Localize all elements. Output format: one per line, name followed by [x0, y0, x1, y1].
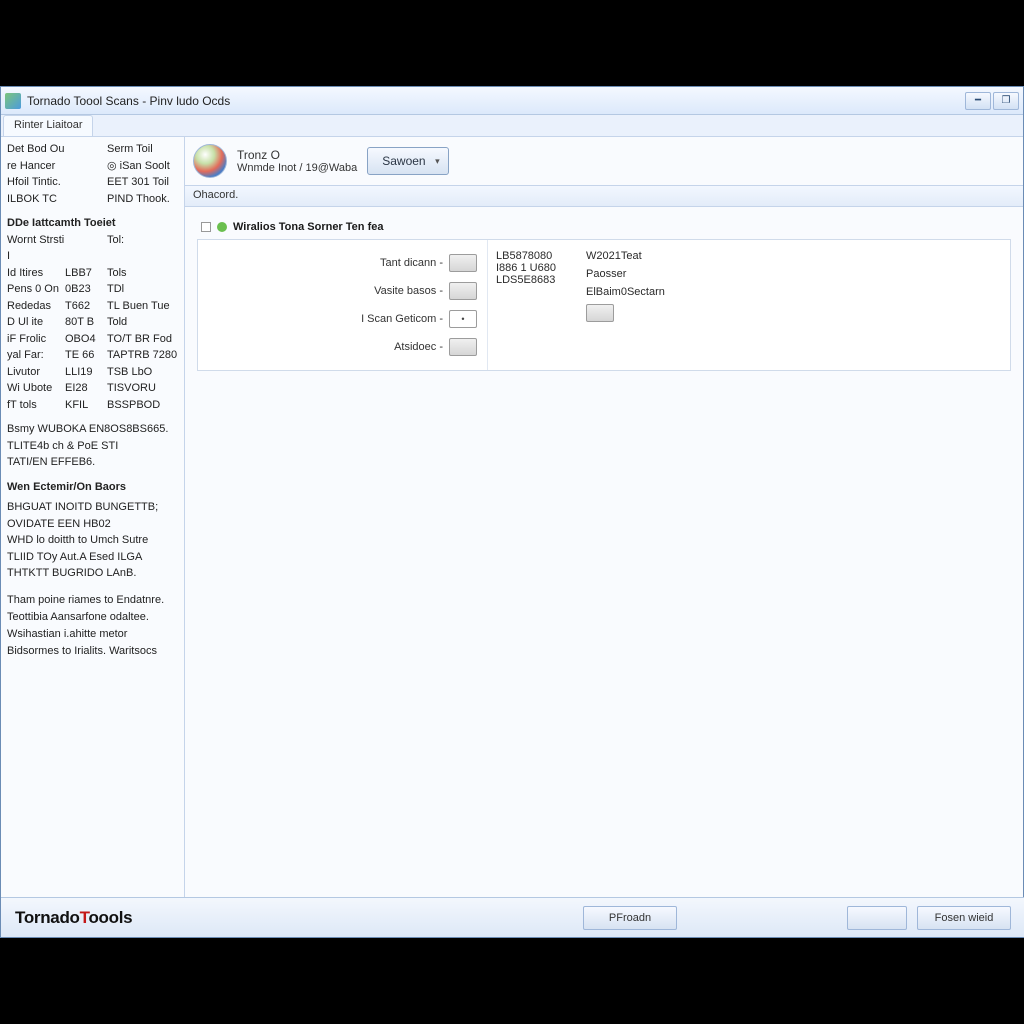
sidebar-row: Wi UboteEI28TISVORU [7, 380, 178, 397]
right-v3: ElBaim0Sectarn [586, 286, 1002, 298]
sidebar: Det Bod OuSerm Toilre Hancer◎ iSan Soolt… [1, 137, 185, 937]
sidebar-line: TLIID TOy Aut.A Esed ILGA [7, 549, 178, 566]
status-dot-icon [217, 222, 227, 232]
sidebar-row: LivutorLLI19TSB LbO [7, 364, 178, 381]
sidebar-row: Hfoil Tintic.EET 301 Toil [7, 174, 178, 191]
panel-left: Tant dicann Vasite basos I Scan Geticom•… [198, 240, 488, 370]
sidebar-line: TATI/EN EFFEB6. [7, 454, 178, 471]
footer-btn-3[interactable]: Fosen wieid [917, 906, 1011, 930]
panel-title-row: Wiralios Tona Sorner Ten fea [197, 215, 1011, 239]
maximize-button[interactable]: ❐ [993, 92, 1019, 110]
tabbar: Rinter Liaitoar [1, 115, 1023, 137]
section-bar: Ohacord. [185, 185, 1023, 207]
content: Wiralios Tona Sorner Ten fea Tant dicann… [185, 207, 1023, 379]
mid-v3: LDS5E8683 [496, 274, 570, 286]
footer: TornadoToools PFroadn Fosen wieid [1, 897, 1024, 937]
sidebar-row: RededasT662TL Buen Tue [7, 298, 178, 315]
field-r2[interactable] [449, 282, 477, 300]
panel-mid: LB5878080 I886 1 U680 LDS5E8683 [488, 240, 578, 370]
window-controls: ━ ❐ [965, 92, 1019, 110]
panel-right: W2021Teat Paosser ElBaim0Sectarn [578, 240, 1010, 370]
sidebar-line: Bsmy WUBOKA EN8OS8BS665. [7, 421, 178, 438]
right-action-button[interactable] [586, 304, 614, 322]
footer-btn-2[interactable] [847, 906, 907, 930]
sidebar-row: iF FrolicOBO4TO/T BR Fod [7, 331, 178, 348]
expand-icon[interactable] [201, 222, 211, 232]
sidebar-line: BHGUAT INOITD BUNGETTB; [7, 499, 178, 516]
app-icon [5, 93, 21, 109]
tab-main[interactable]: Rinter Liaitoar [3, 115, 93, 136]
sidebar-paragraph: Tham poine riames to Endatnre. Teottibia… [7, 592, 178, 660]
sidebar-row: Id ItiresLBB7Tols [7, 265, 178, 282]
titlebar: Tornado Toool Scans - Pinv ludo Ocds ━ ❐ [1, 87, 1023, 115]
sidebar-row: D Ul ite80T BTold [7, 314, 178, 331]
main-header: Tronz O Wnmde Inot / 19@Waba Sawoen [185, 137, 1023, 185]
sidebar-line: THTKTT BUGRIDO LAnB. [7, 565, 178, 582]
right-v1: W2021Teat [586, 250, 1002, 262]
sidebar-section-1: DDe Iattcamth Toeiet [7, 215, 178, 232]
window-title: Tornado Toool Scans - Pinv ludo Ocds [27, 94, 965, 108]
right-v2: Paosser [586, 268, 1002, 280]
sidebar-row: fT tolsKFILBSSPBOD [7, 397, 178, 414]
sidebar-section-3: Wen Ectemir/On Baors [7, 479, 178, 496]
minimize-button[interactable]: ━ [965, 92, 991, 110]
settings-panel: Tant dicann Vasite basos I Scan Geticom•… [197, 239, 1011, 371]
panel-title: Wiralios Tona Sorner Ten fea [233, 221, 383, 233]
header-line1: Tronz O [237, 148, 357, 162]
sidebar-row: yal Far:TE 66TAPTRB 7280 [7, 347, 178, 364]
sidebar-line: OVIDATE EEN HB02 [7, 516, 178, 533]
sidebar-row: Wornt Strsti ITol: [7, 232, 178, 265]
sidebar-row: re Hancer◎ iSan Soolt [7, 158, 178, 175]
sidebar-line: WHD lo doitth to Umch Sutre [7, 532, 178, 549]
globe-icon [193, 144, 227, 178]
label-r1: Tant dicann [208, 257, 449, 269]
mid-v2: I886 1 U680 [496, 262, 570, 274]
field-r3-dropdown[interactable]: • [449, 310, 477, 328]
label-r4: Atsidoec [208, 341, 449, 353]
sidebar-line: TLITE4b ch & PoE STI [7, 438, 178, 455]
save-dropdown-button[interactable]: Sawoen [367, 147, 448, 175]
sidebar-row: Pens 0 On0B23TDl [7, 281, 178, 298]
field-r4[interactable] [449, 338, 477, 356]
footer-logo: TornadoToools [15, 908, 132, 928]
label-r2: Vasite basos [208, 285, 449, 297]
sidebar-row: Det Bod OuSerm Toil [7, 141, 178, 158]
app-window: Tornado Toool Scans - Pinv ludo Ocds ━ ❐… [0, 86, 1024, 938]
sidebar-row: ILBOK TCPIND Thook. [7, 191, 178, 208]
header-text: Tronz O Wnmde Inot / 19@Waba [237, 148, 357, 174]
label-r3: I Scan Geticom [208, 313, 449, 325]
field-r1[interactable] [449, 254, 477, 272]
main-pane: Tronz O Wnmde Inot / 19@Waba Sawoen Ohac… [185, 137, 1023, 937]
footer-btn-1[interactable]: PFroadn [583, 906, 677, 930]
body: Det Bod OuSerm Toilre Hancer◎ iSan Soolt… [1, 137, 1023, 937]
mid-v1: LB5878080 [496, 250, 570, 262]
